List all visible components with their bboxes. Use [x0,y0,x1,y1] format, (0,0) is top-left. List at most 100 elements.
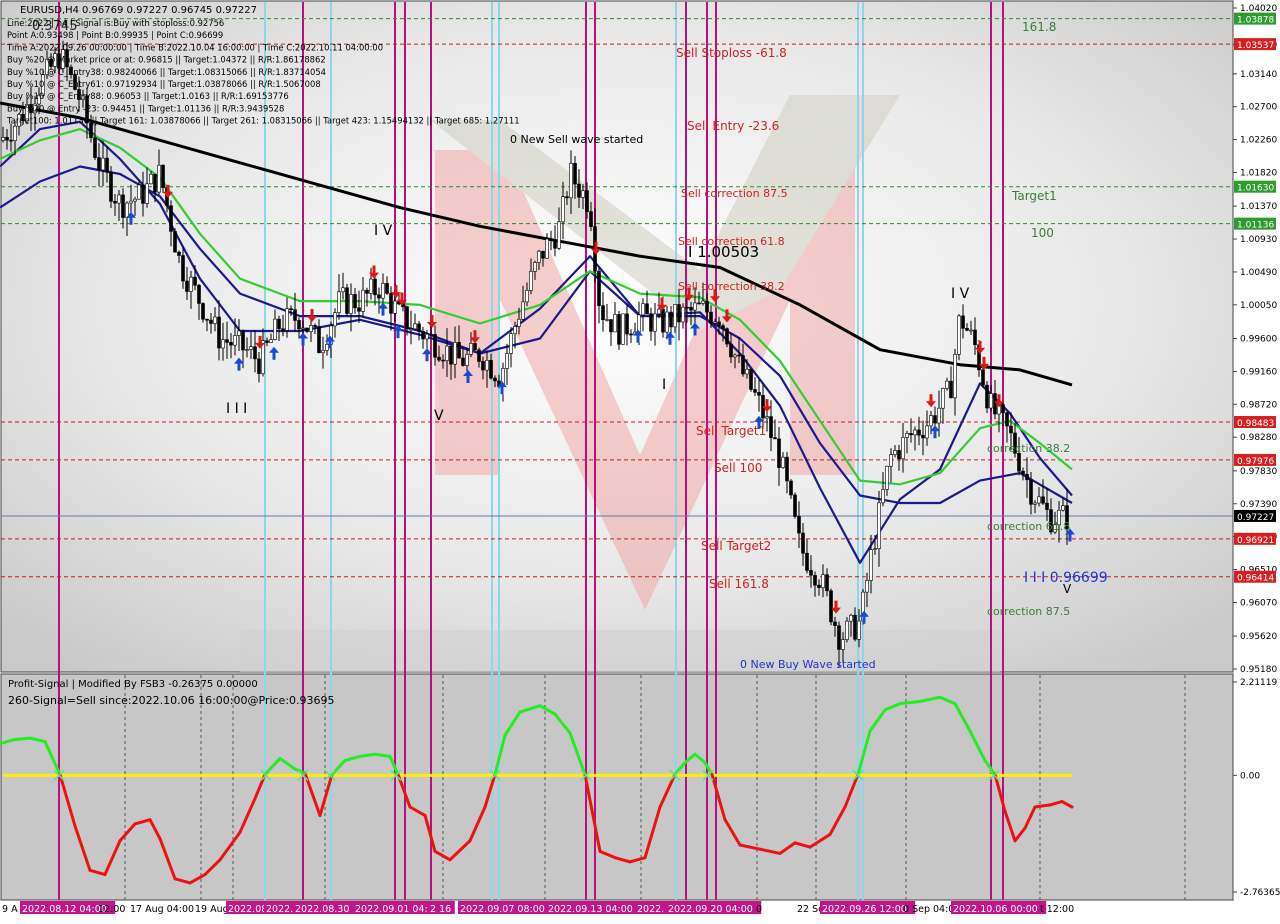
candle-body [657,308,661,315]
candle-body [505,353,509,369]
time-label: 2022.09.13 04:00 [548,904,633,915]
candle-body [353,294,357,309]
candle-body [453,342,457,365]
signal-info-line: Time A:2022.09.26 00:00:00 | Time B:2022… [6,42,383,52]
candle-body [609,319,613,333]
signal-info-line: Buy %10 @ C_Entry88: 0.96053 || Target:1… [7,91,289,101]
candle-body [293,309,297,321]
candle-body [605,319,609,321]
candle-body [601,305,605,321]
candle-body [869,549,873,581]
candle-body [485,360,489,371]
candle-body [357,307,361,312]
candle-body [561,196,565,223]
candle-body [769,416,773,438]
candle-body [853,614,857,640]
oscillator-segment [898,699,922,706]
price-tick-label: 1.02260 [1240,136,1277,146]
candle-body [805,552,809,571]
candle-body [309,324,313,332]
price-tick-label: 1.00050 [1240,301,1277,311]
candle-body [817,584,821,588]
time-label: 2022. [266,904,293,915]
chart-annotation: correction 38.2 [987,442,1070,455]
candle-body [277,318,281,330]
candle-body [701,300,705,304]
price-label: 1.01630 [1237,184,1274,194]
price-chart[interactable]: 161.8 Sell Stoploss -61.8 Sell Entry -23.6… [0,0,1280,920]
candle-body [945,380,949,389]
candle-body [681,306,685,323]
indicator-signal: 260-Signal=Sell since:2022.10.06 16:00:0… [8,694,335,707]
ohlc-values: 0.96769 0.97227 0.96745 0.97227 [82,5,257,16]
candle-body [733,354,737,358]
candle-body [433,334,437,358]
candle-body [333,312,337,327]
candle-body [285,308,289,331]
candle-body [905,433,909,438]
time-label: 17 Aug 04:00 [130,904,194,915]
price-tick-label: 1.00930 [1240,235,1277,245]
candle-body [649,313,653,332]
chart-annotation: 0 New Buy Wave started [740,658,876,671]
chart-annotation: Sell correction 38.2 [678,280,785,293]
price-tick-label: 0.99600 [1240,335,1277,345]
candle-body [201,303,205,320]
candle-body [289,308,293,311]
candle-body [565,196,569,199]
candle-body [729,343,733,358]
candle-body [877,502,881,549]
candle-body [673,304,677,328]
candle-body [317,326,321,354]
candle-body [709,311,713,324]
candle-body [953,354,957,399]
candle-body [965,328,969,331]
candle-body [141,184,145,204]
candle-body [417,323,421,332]
price-label: 0.97227 [1237,513,1274,523]
candle-body [445,345,449,361]
candle-body [241,330,245,351]
candle-body [381,283,385,299]
candle-body [885,465,889,490]
candle-body [413,323,417,330]
candle-body [989,393,993,409]
candle-body [753,389,757,393]
candle-body [689,307,693,311]
time-label: 12:00 [98,904,125,915]
price-label: 1.01136 [1237,221,1274,231]
signal-info-line: Target100: 1.01136 || Target 161: 1.0387… [6,116,520,126]
candle-body [813,574,817,586]
candle-body [541,250,545,259]
chart-annotation: Sell correction 87.5 [681,187,788,200]
signal-info-line: Point A:0.93498 | Point B:0.99935 | Poin… [7,30,223,40]
price-label: 0.96921 [1237,536,1274,546]
candle-body [985,384,989,409]
price-label: 0.97976 [1237,457,1274,467]
candle-body [1045,502,1049,510]
candle-body [933,415,937,424]
candle-body [213,316,217,324]
chart-window: 161.8 Sell Stoploss -61.8 Sell Entry -23.6… [0,0,1280,920]
time-label: 2022.09.01 04:00 [355,904,440,915]
candle-body [425,333,429,340]
candle-body [901,437,905,460]
candle-body [653,313,657,332]
candle-body [669,311,673,328]
candle-body [585,190,589,212]
candle-body [981,369,985,386]
osc-tick-label: -2.76365 [1240,888,1280,898]
candle-body [313,324,317,327]
candle-body [117,194,121,204]
candle-body [749,368,753,390]
candle-body [705,300,709,313]
chart-annotation: Sell 161.8 [709,577,769,591]
candle-body [921,434,925,439]
time-label: 2022.08.30 1 [295,904,358,915]
candle-body [233,335,237,346]
price-tick-label: 0.97830 [1240,467,1277,477]
candle-body [929,415,933,427]
price-label: 0.98483 [1237,419,1274,429]
candle-body [153,173,157,193]
candle-body [893,450,897,455]
